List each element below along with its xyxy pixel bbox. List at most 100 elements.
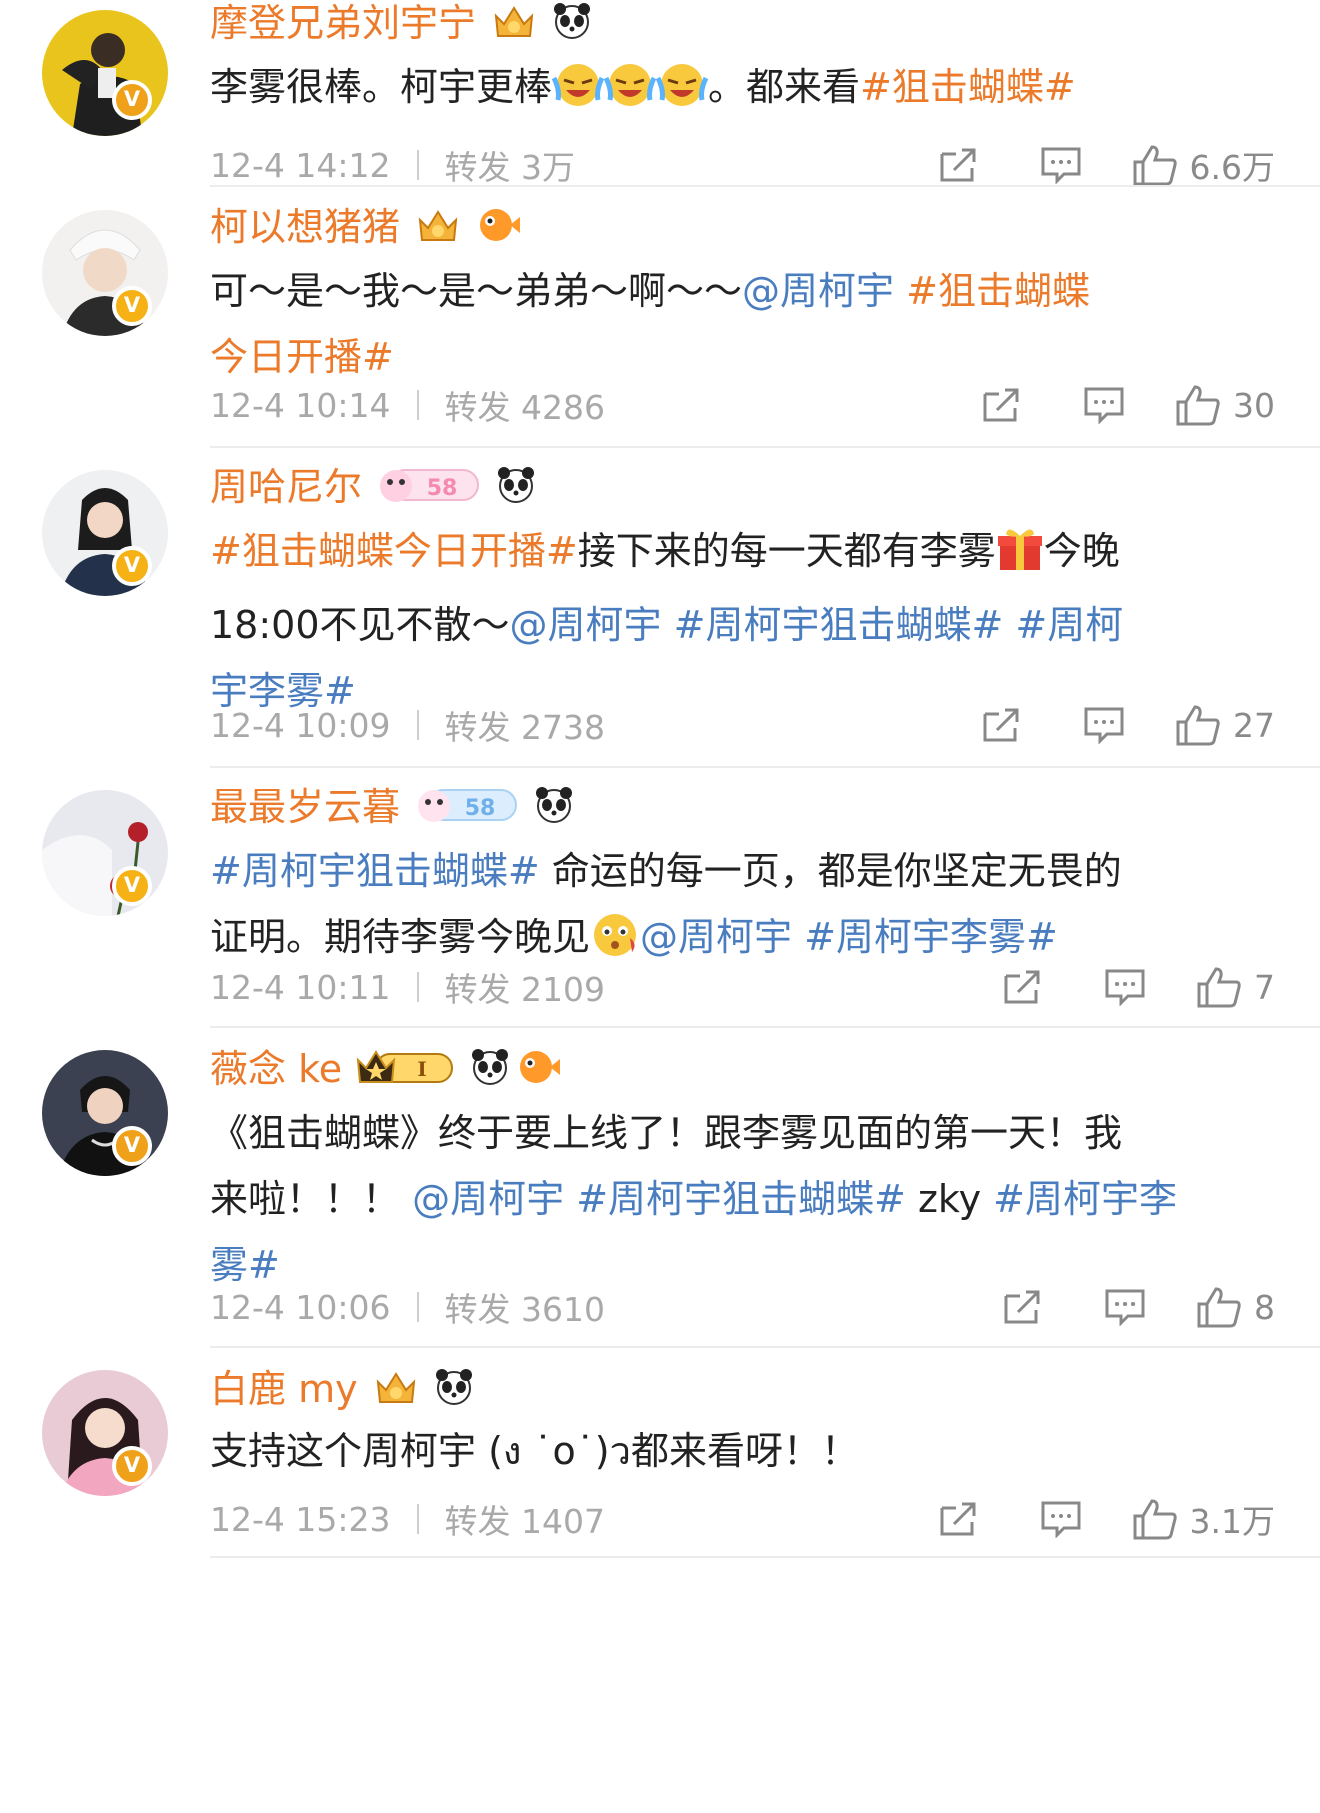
hashtag-link[interactable]: #周柯宇狙击蝴蝶# [210, 849, 540, 893]
username[interactable]: 最最岁云暮 [210, 784, 400, 830]
username[interactable]: 薇念 ke [210, 1046, 342, 1092]
comment-button[interactable] [1104, 968, 1146, 1006]
crown-badge-icon [414, 204, 462, 250]
share-button[interactable] [981, 386, 1023, 424]
verified-badge-icon: V [112, 286, 152, 326]
panda-icon [534, 785, 574, 829]
share-icon [1004, 1290, 1040, 1324]
comment-icon [1105, 1289, 1145, 1326]
level-badge-text: I [417, 1057, 426, 1081]
hashtag-link[interactable]: 雾# [210, 1243, 280, 1287]
repost-count[interactable]: 转发 1407 [445, 1495, 605, 1543]
username[interactable]: 摩登兄弟刘宇宁 [210, 0, 476, 46]
like-button[interactable]: 3.1万 [1132, 1495, 1275, 1543]
avatar[interactable] [42, 470, 168, 596]
like-button[interactable]: 8 [1196, 1286, 1275, 1328]
comment-text: 《狙击蝴蝶》终于要上线了！跟李雾见面的第一天！我 来啦！！！ @周柯宇 #周柯宇狙… [210, 1100, 1290, 1298]
comment-button[interactable] [1083, 386, 1125, 424]
avatar[interactable] [42, 210, 168, 336]
like-count: 27 [1233, 705, 1275, 745]
panda-icon [552, 1, 592, 45]
mention-link[interactable]: @周柯宇 [640, 915, 792, 959]
thumbs-up-icon [1197, 1287, 1241, 1328]
like-count: 3.1万 [1189, 1502, 1275, 1541]
hashtag-link[interactable]: #周柯 [1015, 603, 1123, 647]
comment-text: 支持这个周柯宇 (ง ˙o˙)ว都来看呀！！ [210, 1418, 1290, 1484]
like-count: 30 [1233, 385, 1275, 425]
like-button[interactable]: 27 [1175, 704, 1275, 746]
repost-count[interactable]: 转发 3610 [445, 1283, 605, 1331]
gift-emoji-icon [996, 524, 1044, 592]
comment-icon [1041, 147, 1081, 184]
mention-link[interactable]: @周柯宇 [510, 603, 662, 647]
text-segment: 18:00不见不散～ [210, 603, 510, 647]
comment-icon [1084, 707, 1124, 744]
hashtag-link[interactable]: #周柯宇李 [993, 1177, 1177, 1221]
timestamp: 12-4 10:14 [210, 385, 391, 425]
share-button[interactable] [981, 706, 1023, 744]
avatar[interactable] [42, 10, 168, 136]
text-segment: 李雾很棒。柯宇更棒 [210, 65, 553, 109]
share-icon [940, 148, 976, 182]
verified-badge-icon: V [112, 1446, 152, 1486]
share-button[interactable] [938, 1500, 980, 1538]
username[interactable]: 周哈尼尔 [210, 464, 362, 510]
text-segment: 接下来的每一天都有李雾 [577, 529, 996, 573]
separator [416, 150, 419, 180]
separator [416, 710, 419, 740]
share-button[interactable] [1002, 1288, 1044, 1326]
username[interactable]: 柯以想猪猪 [210, 204, 400, 250]
text-segment: 《狙击蝴蝶》终于要上线了！跟李雾见面的第一天！我 [210, 1111, 1123, 1155]
timestamp: 12-4 14:12 [210, 145, 391, 185]
hashtag-link[interactable]: #周柯宇狙击蝴蝶# [576, 1177, 906, 1221]
like-button[interactable]: 6.6万 [1132, 141, 1275, 189]
verified-badge-icon: V [112, 546, 152, 586]
comment-button[interactable] [1083, 706, 1125, 744]
hashtag-link[interactable]: 今日开播# [210, 335, 394, 379]
like-button[interactable]: 7 [1196, 966, 1275, 1008]
text-segment: zky [905, 1177, 994, 1221]
hashtag-link[interactable]: #狙击蝴蝶# [860, 65, 1076, 109]
like-button[interactable]: 30 [1175, 384, 1275, 426]
text-segment: 今晚 [1043, 529, 1120, 573]
thumbs-up-icon [1176, 385, 1220, 426]
panda-icon [470, 1047, 510, 1091]
mention-link[interactable]: @周柯宇 [742, 269, 894, 313]
comment-button[interactable] [1040, 1500, 1082, 1538]
text-segment: 命运的每一页，都是你坚定无畏的 [539, 849, 1122, 893]
level-badge-icon: 58 [376, 464, 482, 510]
hashtag-link[interactable]: #周柯宇李雾# [804, 915, 1058, 959]
share-button[interactable] [1002, 968, 1044, 1006]
comment-text: 李雾很棒。柯宇更棒 。都来看#狙击蝴蝶# [210, 54, 1290, 128]
panda-icon [434, 1367, 474, 1411]
avatar[interactable] [42, 790, 168, 916]
comment-button[interactable] [1104, 1288, 1146, 1326]
share-icon [983, 388, 1019, 422]
thumbs-up-icon [1176, 705, 1220, 746]
level-badge-text: 58 [465, 796, 496, 821]
comment-text: #狙击蝴蝶今日开播#接下来的每一天都有李雾 今晚 18:00不见不散～@周柯宇 #周… [210, 518, 1290, 724]
hashtag-link[interactable]: #周柯宇狙击蝴蝶# [674, 603, 1004, 647]
level-badge-icon: 58 [414, 784, 520, 830]
text-segment: 证明。期待李雾今晚见 [210, 915, 591, 959]
like-count: 8 [1254, 1287, 1275, 1327]
hashtag-link[interactable]: #狙击蝴蝶今日开播# [210, 529, 578, 573]
comment-button[interactable] [1040, 146, 1082, 184]
thumbs-up-icon [1133, 1499, 1177, 1540]
comment-text: 可～是～我～是～弟弟～啊～～@周柯宇 #狙击蝴蝶今日开播# [210, 258, 1290, 390]
username[interactable]: 白鹿 my [210, 1366, 358, 1412]
repost-count[interactable]: 转发 2109 [445, 963, 605, 1011]
repost-count[interactable]: 转发 3万 [445, 141, 576, 189]
share-button[interactable] [938, 146, 980, 184]
avatar[interactable] [42, 1050, 168, 1176]
text-segment: 可～是～我～是～弟弟～啊～～ [210, 269, 743, 313]
repost-count[interactable]: 转发 4286 [445, 381, 605, 429]
action-bar: 6.6万 [938, 142, 1275, 188]
text-segment: 来啦！！！ [210, 1177, 401, 1221]
hashtag-link[interactable]: #狙击蝴蝶 [906, 269, 1090, 313]
repost-count[interactable]: 转发 2738 [445, 701, 605, 749]
mention-link[interactable]: @周柯宇 [412, 1177, 564, 1221]
verified-badge-icon: V [112, 866, 152, 906]
action-bar: 8 [1002, 1284, 1275, 1330]
avatar[interactable] [42, 1370, 168, 1496]
